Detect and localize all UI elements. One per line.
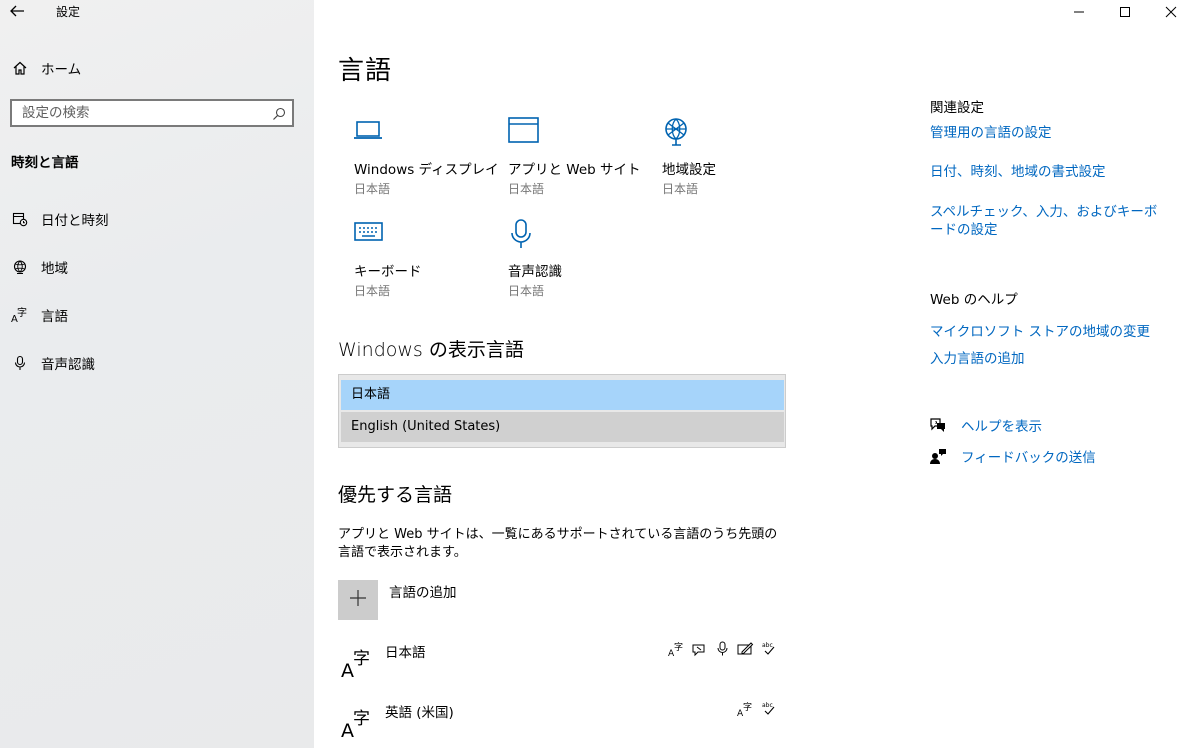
related-settings-heading: 関連設定 — [930, 100, 984, 116]
link-admin-language-settings[interactable]: 管理用の言語の設定 — [930, 124, 1052, 142]
feedback-label[interactable]: フィードバックの送信 — [961, 449, 1096, 467]
tile-apps-websites[interactable]: アプリと Web サイト 日本語 — [508, 117, 658, 207]
preferred-languages-description: アプリと Web サイトは、一覧にあるサポートされている言語のうち先頭の言語で表… — [338, 527, 778, 560]
display-language-option[interactable]: English (United States) — [341, 412, 784, 442]
display-language-list[interactable]: 日本語 English (United States) — [338, 374, 786, 448]
display-language-icon: A字 — [737, 701, 754, 721]
tile-name: アプリと Web サイト — [508, 162, 641, 178]
sidebar: 設定 ホーム 時刻と言語 日付と時刻 地域 A字 言語 音声認識 — [0, 0, 314, 748]
minimize-button[interactable] — [1056, 0, 1102, 24]
link-date-time-region-format[interactable]: 日付、時刻、地域の書式設定 — [930, 163, 1106, 181]
globe-icon — [10, 257, 30, 277]
sidebar-item-date-time[interactable]: 日付と時刻 — [10, 207, 109, 231]
sidebar-item-label: 音声認識 — [41, 357, 95, 373]
sidebar-item-speech[interactable]: 音声認識 — [10, 351, 95, 375]
feedback-icon — [929, 447, 961, 469]
back-arrow-icon[interactable] — [8, 2, 30, 22]
display-language-icon: A字 — [668, 641, 685, 661]
language-features: A字 abc — [737, 701, 777, 721]
language-icon: A字 — [340, 645, 374, 683]
language-features: A字 abc — [668, 641, 777, 661]
search-input[interactable] — [12, 104, 264, 122]
web-help-heading: Web のヘルプ — [930, 292, 1018, 308]
maximize-icon — [1119, 3, 1131, 22]
tile-regional-settings[interactable]: 地域設定 日本語 — [662, 117, 812, 207]
svg-text:abc: abc — [762, 642, 773, 649]
svg-text:字: 字 — [674, 641, 683, 653]
microphone-icon — [508, 219, 542, 249]
sidebar-item-label: ホーム — [41, 62, 82, 78]
display-language-option-selected[interactable]: 日本語 — [341, 380, 784, 410]
link-store-region[interactable]: マイクロソフト ストアの地域の変更 — [930, 323, 1150, 341]
preferred-languages-heading: 優先する言語 — [338, 484, 453, 506]
tile-value: 日本語 — [354, 182, 391, 196]
tile-value: 日本語 — [508, 182, 545, 196]
sidebar-item-label: 日付と時刻 — [41, 213, 109, 229]
section-label: 時刻と言語 — [11, 155, 79, 171]
sidebar-item-label: 言語 — [41, 309, 68, 325]
feedback-link[interactable]: フィードバックの送信 — [929, 447, 1096, 469]
app-title: 設定 — [56, 5, 81, 19]
spellcheck-icon: abc — [760, 641, 777, 661]
close-button[interactable] — [1148, 0, 1194, 24]
tile-name: 地域設定 — [662, 162, 716, 178]
handwriting-icon — [737, 641, 754, 661]
get-help-link[interactable]: ヘルプを表示 — [929, 416, 1042, 438]
language-icon: A字 — [340, 705, 374, 743]
tile-name: 音声認識 — [508, 264, 562, 280]
search-icon[interactable] — [272, 106, 286, 125]
svg-text:字: 字 — [353, 709, 370, 729]
tile-value: 日本語 — [662, 182, 699, 196]
link-add-input-language[interactable]: 入力言語の追加 — [930, 350, 1025, 368]
sidebar-item-home[interactable]: ホーム — [10, 56, 81, 80]
tile-windows-display[interactable]: Windows ディスプレイ 日本語 — [354, 117, 504, 207]
globe-icon — [662, 117, 696, 147]
svg-text:字: 字 — [17, 306, 27, 319]
microphone-icon — [714, 641, 731, 661]
svg-text:字: 字 — [743, 701, 752, 713]
tile-speech[interactable]: 音声認識 日本語 — [508, 219, 658, 309]
language-row-japanese[interactable]: A字 日本語 A字 abc — [338, 641, 788, 691]
plus-icon — [348, 588, 368, 612]
keyboard-icon — [354, 219, 388, 249]
speech-icon — [691, 641, 708, 661]
language-name: 英語 (米国) — [385, 705, 454, 721]
get-help-label[interactable]: ヘルプを表示 — [961, 418, 1042, 436]
close-icon — [1165, 3, 1177, 22]
tile-name: Windows ディスプレイ — [354, 162, 499, 178]
home-icon — [10, 58, 30, 78]
sidebar-item-region[interactable]: 地域 — [10, 255, 68, 279]
tile-keyboard[interactable]: キーボード 日本語 — [354, 219, 504, 309]
window-icon — [508, 117, 542, 147]
search-box[interactable] — [10, 99, 294, 127]
svg-text:字: 字 — [353, 649, 370, 669]
link-spelling-typing-keyboard[interactable]: スペルチェック、入力、およびキーボードの設定 — [930, 203, 1166, 239]
language-icon: A字 — [10, 305, 30, 325]
calendar-clock-icon — [10, 209, 30, 229]
spellcheck-icon: abc — [760, 701, 777, 721]
page-title: 言語 — [338, 56, 393, 86]
minimize-icon — [1073, 3, 1085, 22]
tile-name: キーボード — [354, 264, 422, 280]
chat-help-icon — [929, 416, 961, 438]
sidebar-item-label: 地域 — [41, 261, 68, 277]
maximize-button[interactable] — [1102, 0, 1148, 24]
language-row-english[interactable]: A字 英語 (米国) A字 abc — [338, 701, 788, 751]
tile-value: 日本語 — [354, 284, 391, 298]
display-language-heading: Windows の表示言語 — [338, 339, 524, 361]
add-language-button[interactable] — [338, 580, 378, 620]
svg-text:abc: abc — [762, 702, 773, 709]
laptop-icon — [354, 117, 388, 147]
microphone-icon — [10, 353, 30, 373]
tile-value: 日本語 — [508, 284, 545, 298]
sidebar-item-language[interactable]: A字 言語 — [10, 303, 68, 327]
language-name: 日本語 — [385, 645, 426, 661]
add-language-label[interactable]: 言語の追加 — [389, 581, 457, 601]
